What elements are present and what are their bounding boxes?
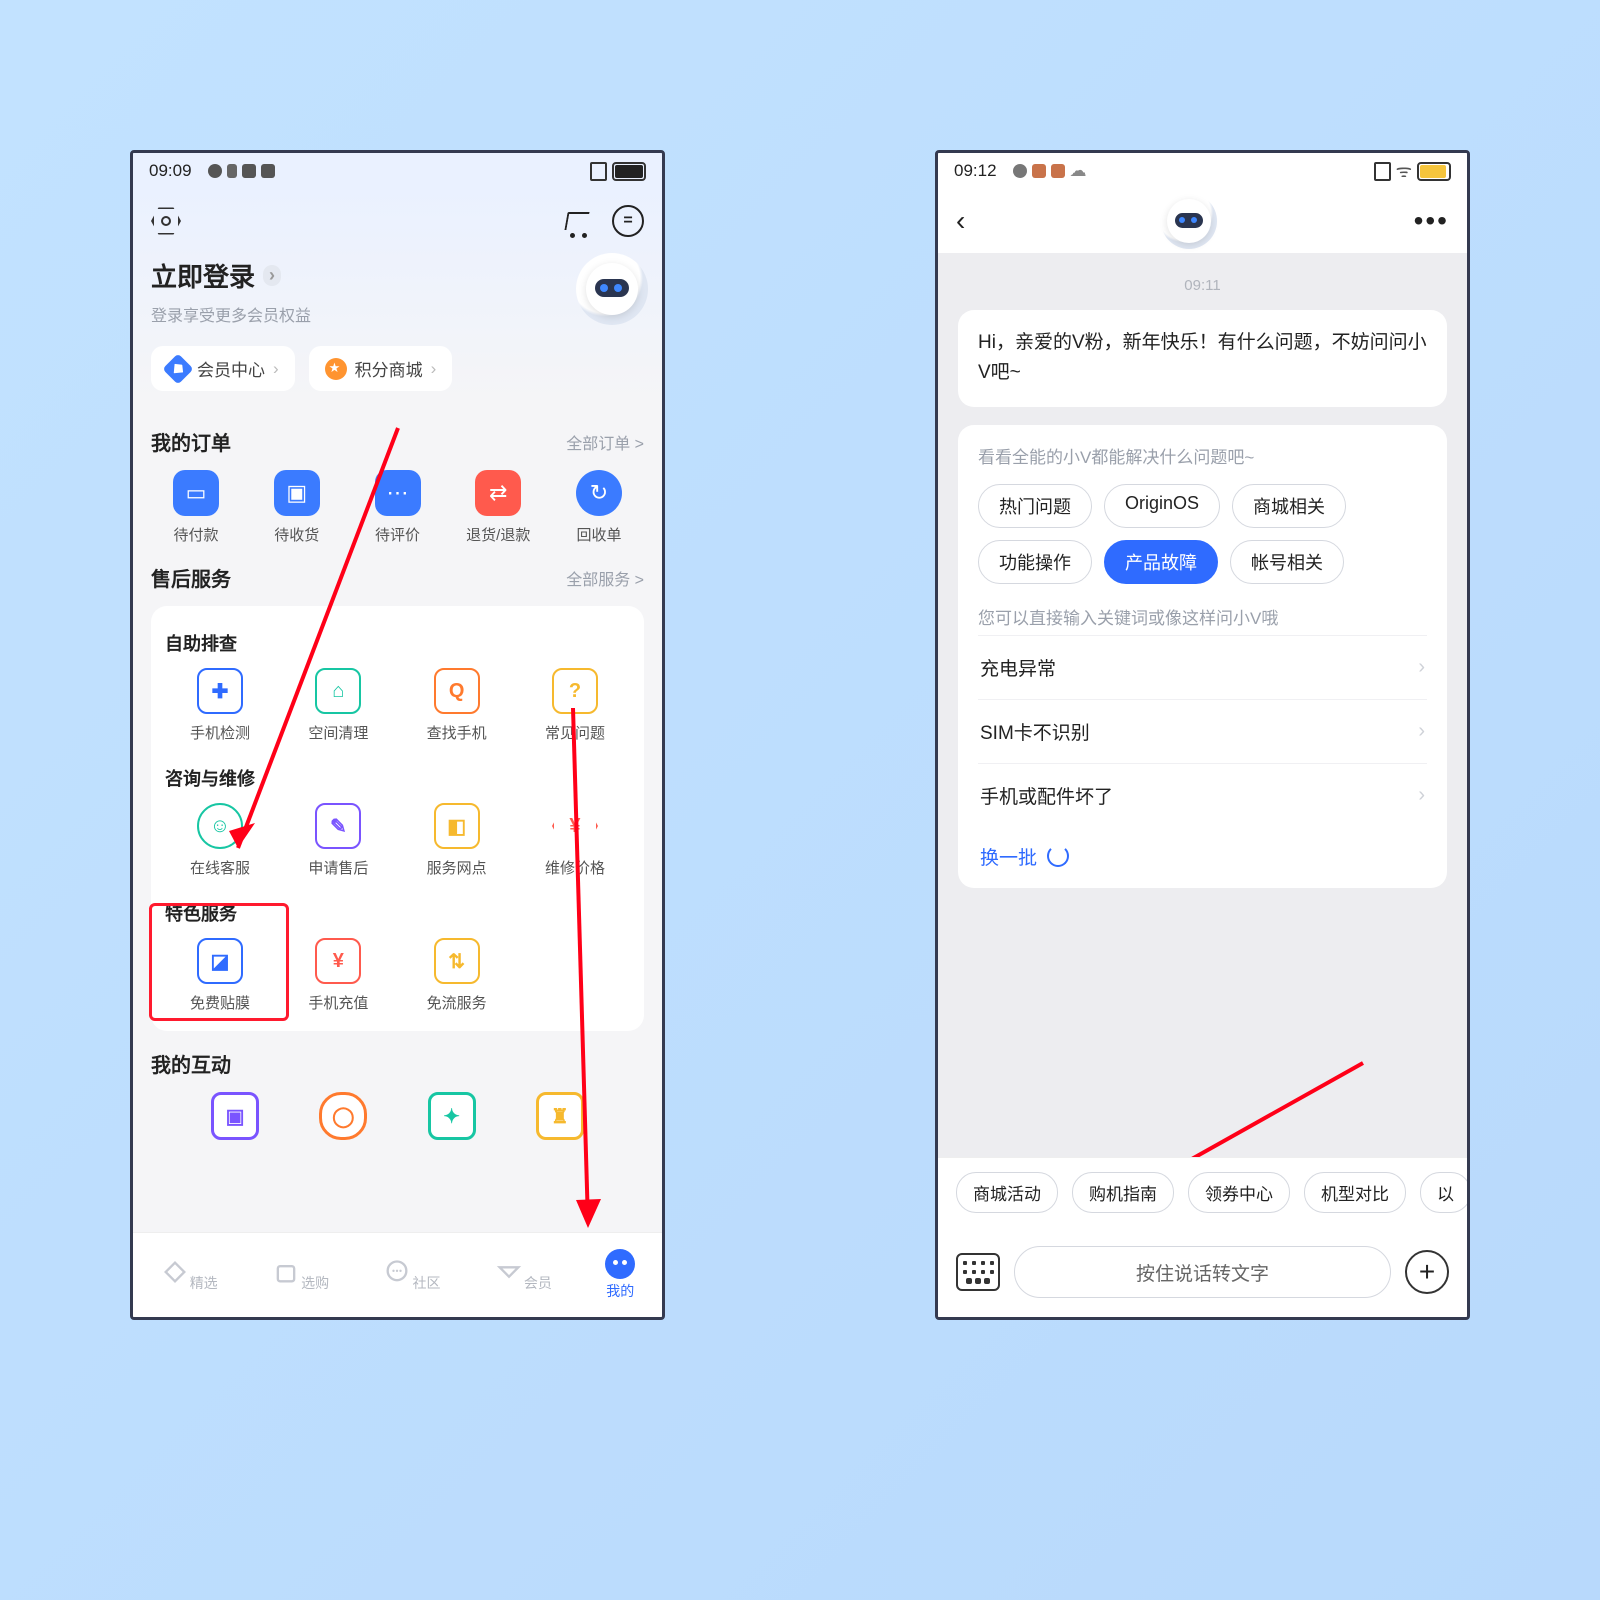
more-icon[interactable]: ••• [1414,205,1449,237]
free-data[interactable]: ⇅免流服务 [402,938,512,1013]
chat-avatar [1161,193,1217,249]
interact-section: 我的互动 ▣ ◯ ✦ ♜ [133,1031,662,1148]
star-icon [325,358,347,380]
profile-header: = 立即登录 › 登录享受更多会员权益 会员中心 › 积分商城 › [133,189,662,409]
diamond-icon [162,353,193,384]
sim-icon-2 [1374,162,1391,181]
phone-recharge[interactable]: ¥手机充值 [283,938,393,1013]
chip-originos[interactable]: OriginOS [1104,484,1220,528]
voice-input[interactable]: 按住说话转文字 [1014,1246,1391,1298]
order-pending-pay[interactable]: ▭待付款 [151,470,241,545]
chip-hot[interactable]: 热门问题 [978,484,1092,528]
order-pending-receive[interactable]: ▣待收货 [252,470,342,545]
phone-chat: 09:12 ☁ ᯤ ‹ ••• 09:11 Hi，亲爱的V粉，新年快乐！有什么问… [935,150,1470,1320]
nav-featured[interactable]: 精选 [160,1258,218,1293]
self-diag-title: 自助排查 [165,630,630,656]
bottom-nav: 精选 选购 社区 会员 我的 [133,1232,662,1317]
consult-repair-title: 咨询与维修 [165,765,630,791]
interact-icon-1[interactable]: ▣ [211,1092,259,1140]
refresh-icon [1047,845,1069,867]
plus-icon[interactable]: + [1405,1250,1449,1294]
points-mall-pill[interactable]: 积分商城 › [309,346,453,391]
interact-icon-4[interactable]: ♜ [536,1092,584,1140]
wifi-icon: ᯤ [1396,159,1412,183]
refresh-batch[interactable]: 换一批 [978,827,1427,878]
faq[interactable]: ?常见问题 [520,668,630,743]
nav-community[interactable]: 社区 [382,1258,440,1293]
login-title: 立即登录 [151,257,255,294]
chip-mall[interactable]: 商城相关 [1232,484,1346,528]
member-center-pill[interactable]: 会员中心 › [151,346,295,391]
service-point[interactable]: ◧服务网点 [402,803,512,878]
chat-timestamp: 09:11 [958,277,1447,294]
nav-mine[interactable]: 我的 [605,1249,635,1301]
back-icon[interactable]: ‹ [956,205,965,237]
order-refund[interactable]: ⇄退货/退款 [453,470,543,545]
robot-avatar [576,253,648,325]
keyboard-icon[interactable] [956,1253,1000,1291]
status-bar: 09:09 [133,153,662,189]
q-sim[interactable]: SIM卡不识别› [978,699,1427,763]
suggestion-bar: 商城活动 购机指南 领券中心 机型对比 以 [938,1157,1467,1227]
panel-hint2: 您可以直接输入关键词或像这样问小V哦 [978,604,1427,629]
interact-icon-2[interactable]: ◯ [319,1092,367,1140]
chip-function[interactable]: 功能操作 [978,540,1092,584]
nav-member[interactable]: 会员 [494,1258,552,1293]
highlight-online-service [149,903,289,1021]
service-title: 售后服务 [151,563,231,592]
chip-fault[interactable]: 产品故障 [1104,540,1218,584]
panel-hint: 看看全能的小V都能解决什么问题吧~ [978,443,1427,468]
phone-profile: 09:09 = 立即登录 › 登录享受更多会员权益 [130,150,665,1320]
q-broken[interactable]: 手机或配件坏了› [978,763,1427,827]
s-buy-guide[interactable]: 购机指南 [1072,1172,1174,1213]
chevron-right-icon: › [263,265,281,286]
status-time: 09:09 [149,161,192,181]
battery-icon-2 [1417,162,1451,181]
service-more[interactable]: 全部服务 > [566,566,644,590]
order-pending-review[interactable]: ⋯待评价 [353,470,443,545]
message-icon[interactable]: = [612,205,644,237]
battery-icon [612,162,646,181]
find-phone[interactable]: Q查找手机 [402,668,512,743]
s-trade[interactable]: 以 [1420,1172,1467,1213]
s-mall-activity[interactable]: 商城活动 [956,1172,1058,1213]
status-bar-2: 09:12 ☁ ᯤ [938,153,1467,189]
phone-check[interactable]: ✚手机检测 [165,668,275,743]
interact-icon-3[interactable]: ✦ [428,1092,476,1140]
login-block[interactable]: 立即登录 › 登录享受更多会员权益 [151,257,644,326]
chat-input-bar: 按住说话转文字 + [938,1227,1467,1317]
s-compare[interactable]: 机型对比 [1304,1172,1406,1213]
cart-icon[interactable] [564,208,592,234]
repair-price[interactable]: ¥维修价格 [520,803,630,878]
order-recycle[interactable]: ↻回收单 [554,470,644,545]
topic-panel: 看看全能的小V都能解决什么问题吧~ 热门问题 OriginOS 商城相关 功能操… [958,425,1447,888]
sim-icon [590,162,607,181]
online-service[interactable]: ☺在线客服 [165,803,275,878]
interact-title: 我的互动 [151,1049,231,1078]
chip-account[interactable]: 帐号相关 [1230,540,1344,584]
greeting-bubble: Hi，亲爱的V粉，新年快乐！有什么问题，不妨问问小V吧~ [958,310,1447,407]
login-subtitle: 登录享受更多会员权益 [151,302,311,326]
orders-more[interactable]: 全部订单 > [566,430,644,454]
settings-icon[interactable] [151,206,181,236]
s-coupon[interactable]: 领券中心 [1188,1172,1290,1213]
space-clean[interactable]: ⌂空间清理 [283,668,393,743]
chat-header: ‹ ••• [938,189,1467,253]
q-charging[interactable]: 充电异常› [978,635,1427,699]
nav-shop[interactable]: 选购 [271,1258,329,1293]
status-time-2: 09:12 [954,161,997,181]
apply-aftersale[interactable]: ✎申请售后 [283,803,393,878]
orders-section: 我的订单 全部订单 > ▭待付款 ▣待收货 ⋯待评价 ⇄退货/退款 ↻回收单 [133,409,662,545]
orders-title: 我的订单 [151,427,231,456]
